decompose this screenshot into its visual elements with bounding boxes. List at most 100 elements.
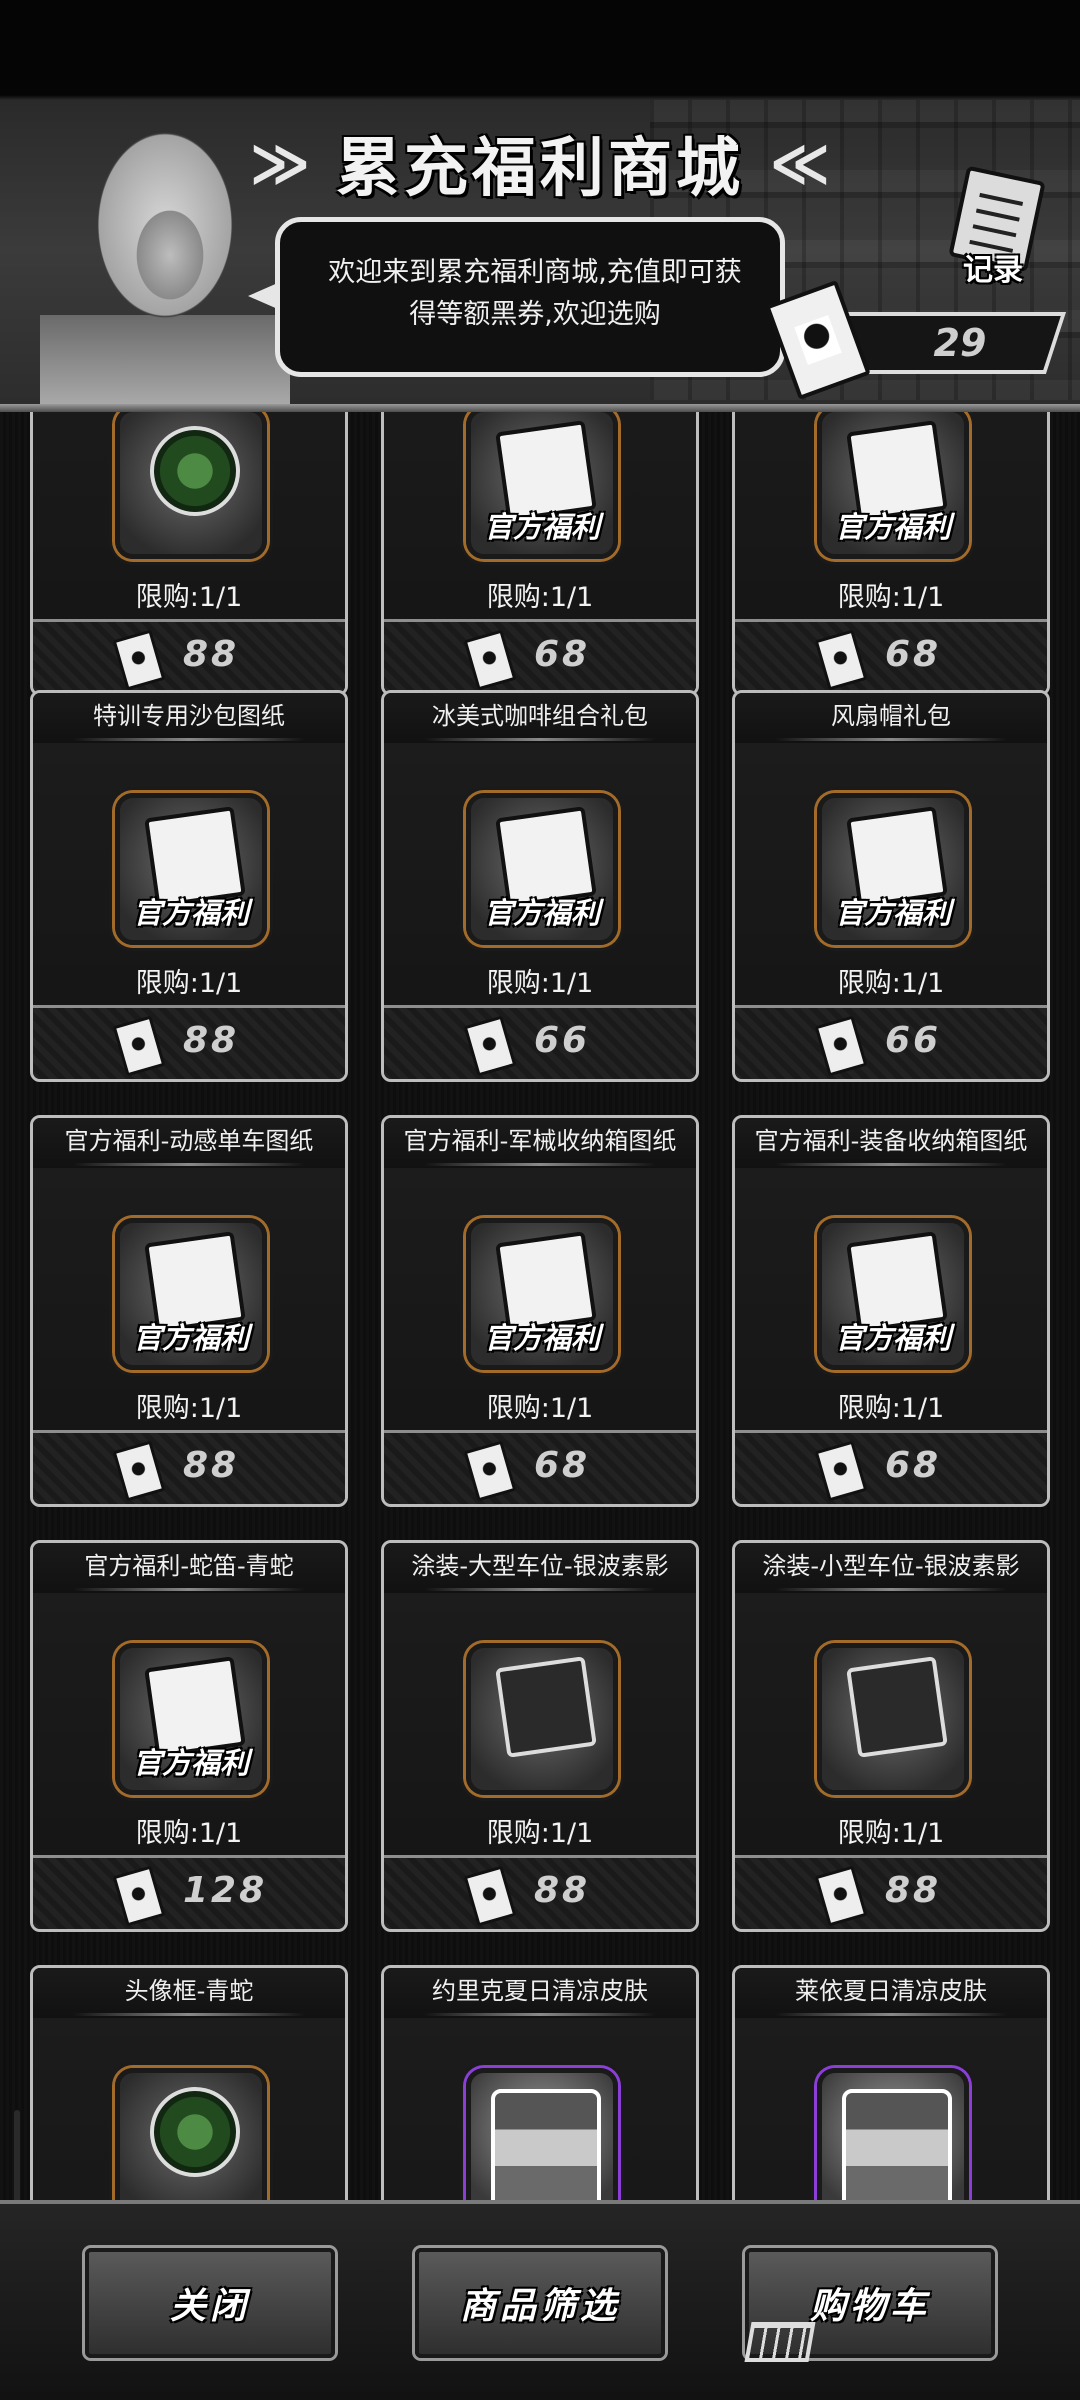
- item-name: 莱依夏日清凉皮肤: [735, 1968, 1047, 2018]
- coupon-icon: [112, 629, 166, 691]
- item-name: 特训专用沙包图纸: [33, 693, 345, 743]
- price-value: 88: [183, 634, 240, 675]
- coupon-icon: [112, 1440, 166, 1502]
- price-value: 68: [534, 634, 591, 675]
- shopping-cart-icon: [744, 2322, 816, 2362]
- purchase-limit: 限购:1/1: [486, 968, 594, 999]
- item-card[interactable]: 官方福利-动感单车图纸 官方福利 限购:1/1 88: [30, 1115, 348, 1507]
- item-card[interactable]: 涂装-大型车位-银波素影 限购:1/1 88: [381, 1540, 699, 1932]
- title-wing-right-icon: ≪: [769, 129, 831, 197]
- filter-button[interactable]: 商品筛选: [415, 2248, 665, 2358]
- record-label: 记录: [963, 253, 1023, 288]
- item-card[interactable]: 特训专用沙包图纸 官方福利 限购:1/1 88: [30, 690, 348, 1082]
- item-name: 涂装-大型车位-银波素影: [384, 1543, 696, 1593]
- item-name: 官方福利-军械收纳箱图纸: [384, 1118, 696, 1168]
- price-bar[interactable]: 88: [384, 1855, 696, 1929]
- item-name: 官方福利-蛇笛-青蛇: [33, 1543, 345, 1593]
- item-card[interactable]: 冰美式咖啡组合礼包 官方福利 限购:1/1 66: [381, 690, 699, 1082]
- official-welfare-badge: 官方福利: [483, 1321, 600, 1355]
- item-icon: [115, 412, 267, 559]
- purchase-limit: 限购:1/1: [486, 1818, 594, 1849]
- character-skin-icon: [842, 2089, 952, 2202]
- official-welfare-badge: 官方福利: [132, 1746, 249, 1780]
- price-value: 66: [885, 1020, 942, 1061]
- price-bar[interactable]: 88: [33, 619, 345, 693]
- item-grid[interactable]: 限购:1/1 88 官方福利 限购:1/1 68 官方福利 限购:1/1 68 …: [0, 412, 1080, 2202]
- coupon-icon: [814, 629, 868, 691]
- character-skin-icon: [491, 2089, 601, 2202]
- price-bar[interactable]: 68: [384, 1430, 696, 1504]
- purchase-limit: 限购:1/1: [837, 968, 945, 999]
- price-bar[interactable]: 68: [735, 1430, 1047, 1504]
- record-button[interactable]: 记录: [945, 165, 1055, 288]
- item-icon: 官方福利: [115, 793, 267, 945]
- item-icon: 官方福利: [115, 1643, 267, 1795]
- coupon-icon: [463, 1440, 517, 1502]
- purchase-limit: 限购:1/1: [837, 1818, 945, 1849]
- official-welfare-badge: 官方福利: [132, 1321, 249, 1355]
- coupon-icon: [463, 1865, 517, 1927]
- close-label: 关闭: [169, 2286, 250, 2327]
- item-icon: 官方福利: [115, 1218, 267, 1370]
- item-icon: 官方福利: [466, 1218, 618, 1370]
- purchase-limit: 限购:1/1: [486, 1393, 594, 1424]
- price-bar[interactable]: 68: [735, 619, 1047, 693]
- item-card[interactable]: 风扇帽礼包 官方福利 限购:1/1 66: [732, 690, 1050, 1082]
- purchase-limit: 限购:1/1: [837, 582, 945, 613]
- item-icon: 官方福利: [817, 793, 969, 945]
- item-icon: [115, 2068, 267, 2202]
- purchase-limit: 限购:1/1: [135, 1393, 243, 1424]
- item-icon: 官方福利: [817, 412, 969, 559]
- item-card[interactable]: 约里克夏日清凉皮肤: [381, 1965, 699, 2202]
- coupon-icon: [463, 629, 517, 691]
- header-divider: [0, 404, 1080, 412]
- title-banner: ≫ 累充福利商城 ≪: [240, 118, 840, 208]
- item-name: 官方福利-动感单车图纸: [33, 1118, 345, 1168]
- price-value: 66: [534, 1020, 591, 1061]
- price-bar[interactable]: 66: [735, 1005, 1047, 1079]
- item-name: 约里克夏日清凉皮肤: [384, 1968, 696, 2018]
- welcome-text: 欢迎来到累充福利商城,充值即可获得等额黑券,欢迎选购: [328, 257, 742, 330]
- item-card[interactable]: 官方福利 限购:1/1 68: [381, 412, 699, 696]
- item-card[interactable]: 头像框-青蛇: [30, 1965, 348, 2202]
- coupon-count: 29: [933, 321, 987, 365]
- price-value: 88: [183, 1020, 240, 1061]
- price-bar[interactable]: 88: [33, 1430, 345, 1504]
- item-name: 风扇帽礼包: [735, 693, 1047, 743]
- purchase-limit: 限购:1/1: [837, 1393, 945, 1424]
- item-card[interactable]: 官方福利-军械收纳箱图纸 官方福利 限购:1/1 68: [381, 1115, 699, 1507]
- close-button[interactable]: 关闭: [85, 2248, 335, 2358]
- item-name: 冰美式咖啡组合礼包: [384, 693, 696, 743]
- coupon-icon: [814, 1440, 868, 1502]
- page-title: 累充福利商城: [336, 132, 744, 206]
- avatar-frame-icon: [144, 420, 246, 522]
- item-card[interactable]: 莱依夏日清凉皮肤: [732, 1965, 1050, 2202]
- footer-bar: 关闭 商品筛选 购物车: [0, 2200, 1080, 2400]
- item-card[interactable]: 官方福利-蛇笛-青蛇 官方福利 限购:1/1 128: [30, 1540, 348, 1932]
- price-bar[interactable]: 88: [735, 1855, 1047, 1929]
- cart-label: 购物车: [809, 2286, 930, 2327]
- item-icon: [466, 1643, 618, 1795]
- price-bar[interactable]: 66: [384, 1005, 696, 1079]
- price-value: 68: [885, 634, 942, 675]
- item-card[interactable]: 官方福利 限购:1/1 68: [732, 412, 1050, 696]
- avatar-frame-icon: [144, 2081, 246, 2183]
- price-value: 68: [534, 1445, 591, 1486]
- coupon-icon: [463, 1015, 517, 1077]
- official-welfare-badge: 官方福利: [834, 896, 951, 930]
- coupon-icon: [112, 1015, 166, 1077]
- item-icon: 官方福利: [466, 412, 618, 559]
- official-welfare-badge: 官方福利: [834, 510, 951, 544]
- item-icon: [817, 1643, 969, 1795]
- item-card[interactable]: 官方福利-装备收纳箱图纸 官方福利 限购:1/1 68: [732, 1115, 1050, 1507]
- price-bar[interactable]: 128: [33, 1855, 345, 1929]
- purchase-limit: 限购:1/1: [486, 582, 594, 613]
- purchase-limit: 限购:1/1: [135, 582, 243, 613]
- coupon-icon: [814, 1865, 868, 1927]
- item-card[interactable]: 涂装-小型车位-银波素影 限购:1/1 88: [732, 1540, 1050, 1932]
- item-card[interactable]: 限购:1/1 88: [30, 412, 348, 696]
- welcome-speech-bubble: 欢迎来到累充福利商城,充值即可获得等额黑券,欢迎选购: [275, 217, 785, 377]
- price-bar[interactable]: 88: [33, 1005, 345, 1079]
- price-bar[interactable]: 68: [384, 619, 696, 693]
- paint-skin-icon: [495, 1656, 597, 1758]
